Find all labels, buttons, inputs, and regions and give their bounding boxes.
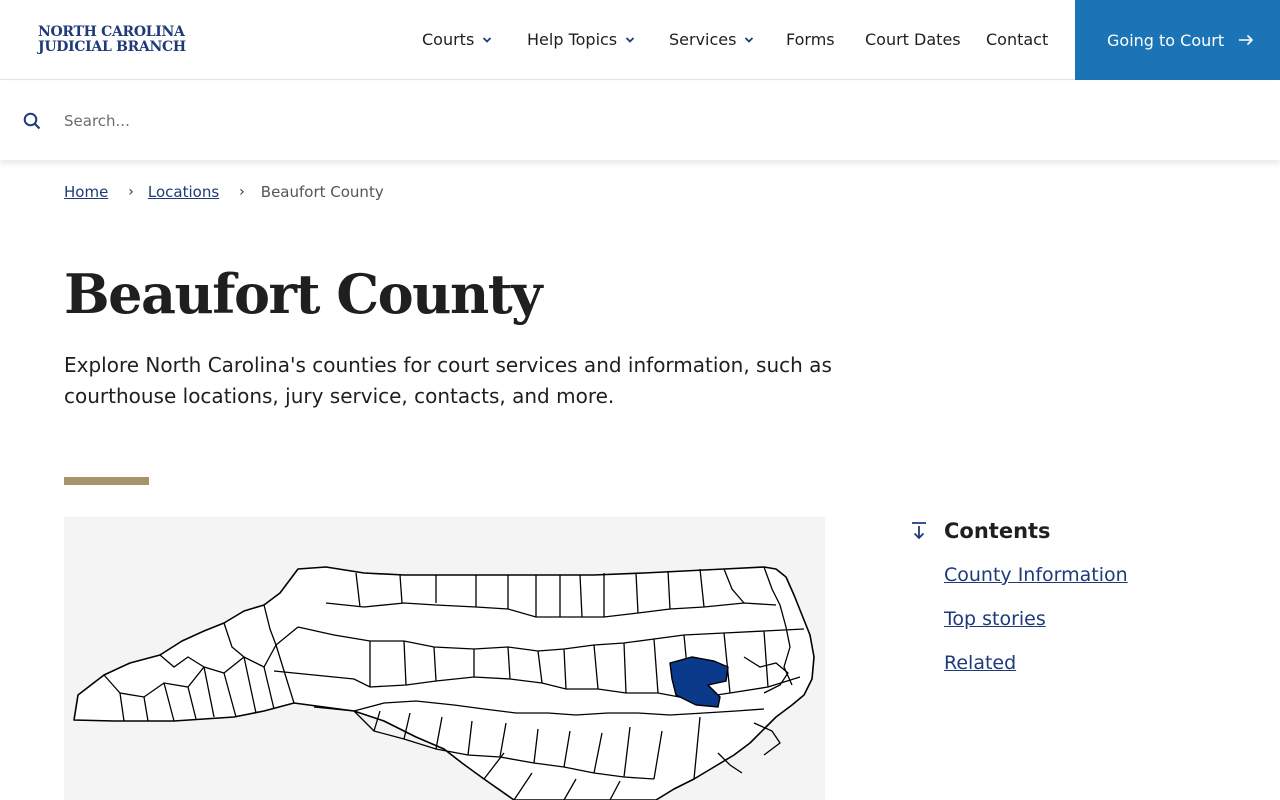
contents-link-top-stories[interactable]: Top stories xyxy=(944,608,1046,630)
search-input[interactable] xyxy=(64,109,664,133)
nav-courts[interactable]: Courts xyxy=(422,30,492,49)
arrow-right-icon xyxy=(1239,34,1254,46)
county-map-panel xyxy=(64,517,825,800)
contents-title: Contents xyxy=(944,519,1051,543)
contents-list: County Information Top stories Related xyxy=(944,560,1230,692)
nav-forms[interactable]: Forms xyxy=(786,30,835,49)
chevron-right-icon: › xyxy=(128,184,134,200)
chevron-right-icon: › xyxy=(239,184,245,200)
page-intro: Explore North Carolina's counties for co… xyxy=(64,353,832,408)
nav-services[interactable]: Services xyxy=(669,30,754,49)
chevron-down-icon xyxy=(745,36,754,43)
logo-line-1: NORTH CAROLINA xyxy=(38,24,185,40)
site-header: NORTH CAROLINA JUDICIAL BRANCH Courts He… xyxy=(0,0,1280,80)
nav-court-dates-label: Court Dates xyxy=(865,30,961,49)
nav-help-topics-label: Help Topics xyxy=(527,30,618,49)
breadcrumb-home[interactable]: Home xyxy=(64,183,108,201)
list-item: Top stories xyxy=(944,604,1230,648)
nav-services-label: Services xyxy=(669,30,737,49)
contents-link-county-information[interactable]: County Information xyxy=(944,564,1128,586)
arrow-down-to-line-icon xyxy=(912,522,926,540)
breadcrumb-locations[interactable]: Locations xyxy=(148,183,219,201)
contents-panel: Contents County Information Top stories … xyxy=(910,516,1230,692)
site-logo[interactable]: NORTH CAROLINA JUDICIAL BRANCH xyxy=(38,25,186,55)
list-item: Related xyxy=(944,648,1230,692)
logo-line-2: JUDICIAL BRANCH xyxy=(38,39,186,55)
nav-forms-label: Forms xyxy=(786,30,835,49)
search-icon[interactable] xyxy=(23,112,41,130)
list-item: County Information xyxy=(944,560,1230,604)
nav-courts-label: Courts xyxy=(422,30,475,49)
going-to-court-label: Going to Court xyxy=(1107,30,1225,50)
nc-county-map xyxy=(73,566,815,800)
nav-court-dates[interactable]: Court Dates xyxy=(865,30,961,49)
chevron-down-icon xyxy=(483,36,492,43)
page-title: Beaufort County xyxy=(64,262,543,326)
contents-link-related[interactable]: Related xyxy=(944,652,1016,674)
going-to-court-button[interactable]: Going to Court xyxy=(1075,0,1280,80)
nav-contact[interactable]: Contact xyxy=(986,30,1048,49)
search-bar xyxy=(0,81,1280,160)
nav-help-topics[interactable]: Help Topics xyxy=(527,30,635,49)
breadcrumb: Home › Locations › Beaufort County xyxy=(64,183,384,201)
contents-header: Contents xyxy=(910,516,1230,546)
breadcrumb-current: Beaufort County xyxy=(260,183,384,201)
accent-divider xyxy=(64,477,149,485)
nav-contact-label: Contact xyxy=(986,30,1049,49)
chevron-down-icon xyxy=(626,36,635,43)
